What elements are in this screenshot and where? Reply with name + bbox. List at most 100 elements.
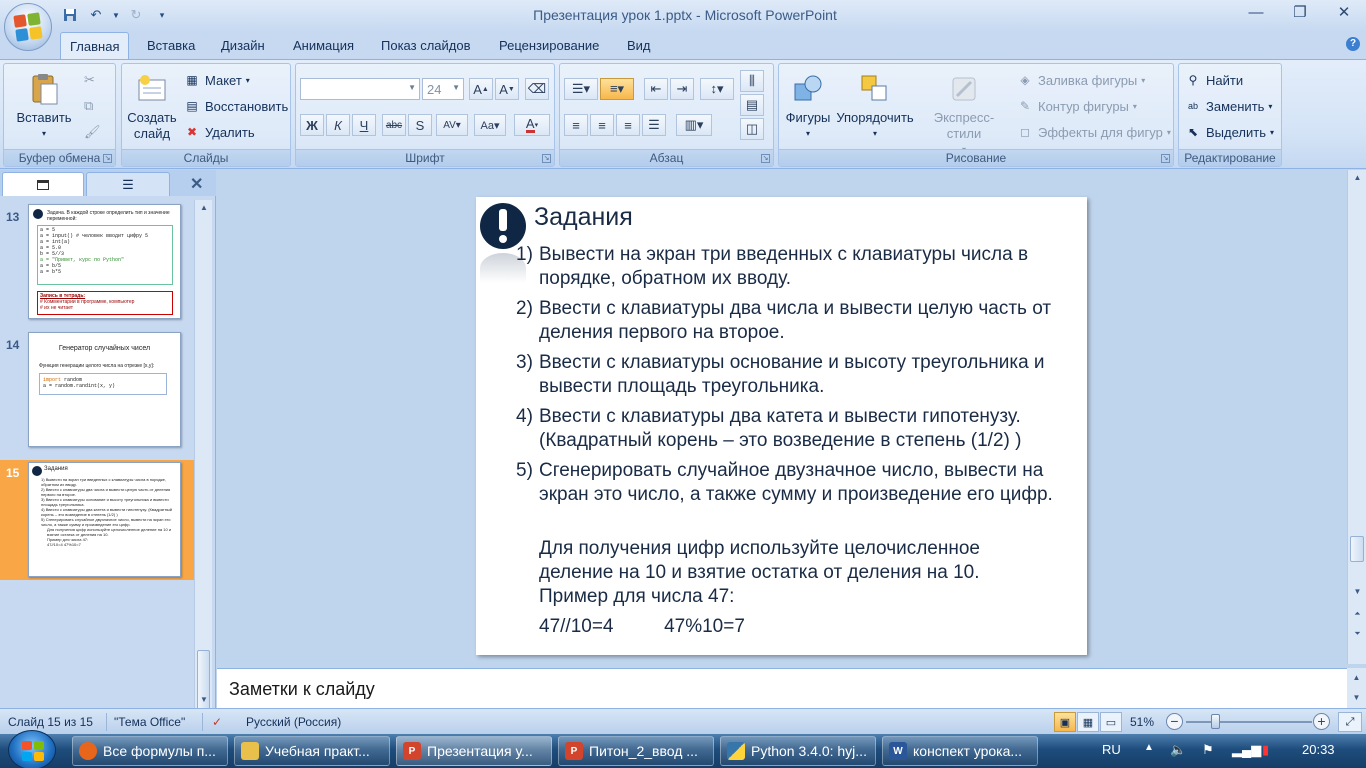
increase-indent-icon[interactable]: ⇥ (670, 78, 694, 100)
align-center-icon[interactable]: ≡ (590, 114, 614, 136)
tab-review[interactable]: Рецензирование (499, 38, 599, 53)
tab-design[interactable]: Дизайн (221, 38, 265, 53)
copy-icon[interactable]: ⧉ (84, 98, 93, 114)
taskbar-item-powerpoint-2[interactable]: P Питон_2_ввод ... (558, 736, 714, 766)
select-button[interactable]: ⬉ Выделить ▾ (1185, 124, 1274, 140)
tab-outline[interactable]: ☰ (86, 172, 170, 196)
cut-icon[interactable]: ✂ (84, 72, 95, 88)
bold-icon[interactable]: Ж (300, 114, 324, 136)
slide-title[interactable]: Задания (534, 203, 633, 232)
input-language[interactable]: RU (1102, 742, 1121, 757)
volume-icon[interactable]: 🔈 (1170, 742, 1186, 758)
slideshow-view-icon[interactable]: ▭ (1100, 712, 1122, 732)
italic-icon[interactable]: К (326, 114, 350, 136)
example-label[interactable]: Пример для числа 47: (539, 585, 1029, 609)
shape-fill-button[interactable]: ◈ Заливка фигуры ▾ (1017, 72, 1145, 88)
underline-icon[interactable]: Ч (352, 114, 376, 136)
scroll-down-icon[interactable]: ▼ (1348, 584, 1366, 600)
previous-slide-icon[interactable]: ⏶ (1348, 606, 1366, 622)
scrollbar-thumb[interactable] (1350, 536, 1364, 562)
shrink-font-icon[interactable]: A ▼ (495, 78, 519, 100)
scroll-down-icon[interactable]: ▼ (1347, 690, 1366, 706)
normal-view-icon[interactable]: ▣ (1054, 712, 1076, 732)
tab-home[interactable]: Главная (60, 32, 130, 60)
next-slide-icon[interactable]: ⏷ (1348, 626, 1366, 642)
power-icon[interactable]: ▮ (1262, 742, 1269, 758)
restore-icon[interactable]: ❐ (1278, 0, 1322, 24)
bullets-icon[interactable]: ☰▾ (564, 78, 598, 100)
change-case-icon[interactable]: Aa▾ (474, 114, 506, 136)
shape-outline-button[interactable]: ✎ Контур фигуры ▾ (1017, 98, 1137, 114)
smartart-icon[interactable]: ◫ (740, 118, 764, 140)
align-text-icon[interactable]: ▤ (740, 94, 764, 116)
shadow-icon[interactable]: S (408, 114, 432, 136)
font-color-icon[interactable]: A ▾ (514, 114, 550, 136)
justify-icon[interactable]: ☰ (642, 114, 666, 136)
current-slide[interactable]: Задания 1) Вывести на экран три введенны… (476, 197, 1087, 655)
panel-scrollbar[interactable]: ▲ ▼ (194, 200, 213, 718)
thumbnail-slide-15[interactable]: 15 Задания 1) Вывести на экран три введе… (0, 460, 194, 580)
replace-button[interactable]: ab Заменить ▾ (1185, 98, 1272, 114)
clipboard-launcher-icon[interactable]: ↘ (103, 154, 112, 163)
tab-view[interactable]: Вид (627, 38, 651, 53)
font-size-combo[interactable]: 24 ▼ (422, 78, 464, 100)
paste-button[interactable]: Вставить ▾ (16, 72, 72, 142)
shapes-button[interactable]: Фигуры ▾ (783, 72, 833, 142)
close-panel-icon[interactable]: ✕ (190, 174, 203, 194)
shape-effects-button[interactable]: ◻ Эффекты для фигур ▾ (1017, 124, 1171, 140)
language-indicator[interactable]: Русский (Россия) (246, 715, 341, 729)
grow-font-icon[interactable]: A ▲ (469, 78, 493, 100)
tab-insert[interactable]: Вставка (147, 38, 195, 53)
scroll-up-icon[interactable]: ▲ (195, 200, 213, 216)
example-values[interactable]: 47//10=4 47%10=7 (539, 615, 1029, 639)
scroll-up-icon[interactable]: ▲ (1348, 170, 1366, 186)
tab-animation[interactable]: Анимация (293, 38, 354, 53)
scroll-up-icon[interactable]: ▲ (1347, 670, 1366, 686)
find-button[interactable]: ⚲ Найти (1185, 72, 1244, 88)
taskbar-item-firefox[interactable]: Все формулы п... (72, 736, 228, 766)
zoom-level[interactable]: 51% (1130, 715, 1154, 729)
help-icon[interactable]: ? (1346, 37, 1360, 51)
action-center-flag-icon[interactable]: ⚑ (1202, 742, 1214, 758)
clock[interactable]: 20:33 (1302, 742, 1335, 757)
fit-to-window-icon[interactable]: ⤢ (1338, 712, 1362, 732)
start-button[interactable] (8, 730, 56, 768)
thumbnail-slide-13[interactable]: 13 Задача. В каждой строке определить ти… (0, 204, 194, 322)
arrange-button[interactable]: Упорядочить ▾ (835, 72, 915, 142)
taskbar-item-folder[interactable]: Учебная практ... (234, 736, 390, 766)
zoom-out-icon[interactable]: − (1166, 713, 1183, 730)
reset-button[interactable]: ▤ Восстановить (184, 98, 288, 114)
strikethrough-icon[interactable]: abc (382, 114, 406, 136)
taskbar-item-powerpoint-1[interactable]: P Презентация у... (396, 736, 552, 766)
thumbnail-slide-14[interactable]: 14 Генератор случайных чисел Функция ген… (0, 332, 194, 450)
align-right-icon[interactable]: ≡ (616, 114, 640, 136)
taskbar-item-word[interactable]: W конспект урока... (882, 736, 1038, 766)
columns-icon[interactable]: ▥▾ (676, 114, 712, 136)
close-icon[interactable]: ✕ (1322, 0, 1366, 24)
numbering-icon[interactable]: ≡▾ (600, 78, 634, 100)
minimize-icon[interactable]: — (1234, 0, 1278, 24)
font-name-combo[interactable]: ▼ (300, 78, 420, 100)
scroll-down-icon[interactable]: ▼ (195, 692, 213, 708)
slide-scrollbar[interactable]: ▲ ▼ ⏶ ⏷ (1347, 170, 1366, 664)
line-spacing-icon[interactable]: ↕▾ (700, 78, 734, 100)
zoom-slider-knob[interactable] (1211, 714, 1220, 729)
new-slide-button[interactable]: Создать слайд (124, 72, 180, 142)
zoom-slider[interactable] (1186, 721, 1312, 723)
taskbar-item-python[interactable]: Python 3.4.0: hyj... (720, 736, 876, 766)
notes-scrollbar[interactable]: ▲ ▼ (1347, 668, 1366, 708)
font-launcher-icon[interactable]: ↘ (542, 154, 551, 163)
notes-pane[interactable]: Заметки к слайду (217, 668, 1347, 708)
format-painter-icon[interactable]: 🖌 (84, 124, 101, 140)
slide-sorter-icon[interactable]: ▦ (1077, 712, 1099, 732)
zoom-in-icon[interactable]: + (1313, 713, 1330, 730)
text-direction-icon[interactable]: ⫼ (740, 70, 764, 92)
paragraph-launcher-icon[interactable]: ↘ (761, 154, 770, 163)
layout-button[interactable]: ▦ Макет ▾ (184, 72, 249, 88)
office-button[interactable] (4, 3, 52, 51)
network-icon[interactable]: ▂▄▆ (1232, 742, 1261, 758)
align-left-icon[interactable]: ≡ (564, 114, 588, 136)
hint-text[interactable]: Для получения цифр используйте целочисле… (539, 537, 1029, 585)
clear-formatting-icon[interactable]: ⌫ (525, 78, 549, 100)
delete-slide-button[interactable]: ✖ Удалить (184, 124, 255, 140)
